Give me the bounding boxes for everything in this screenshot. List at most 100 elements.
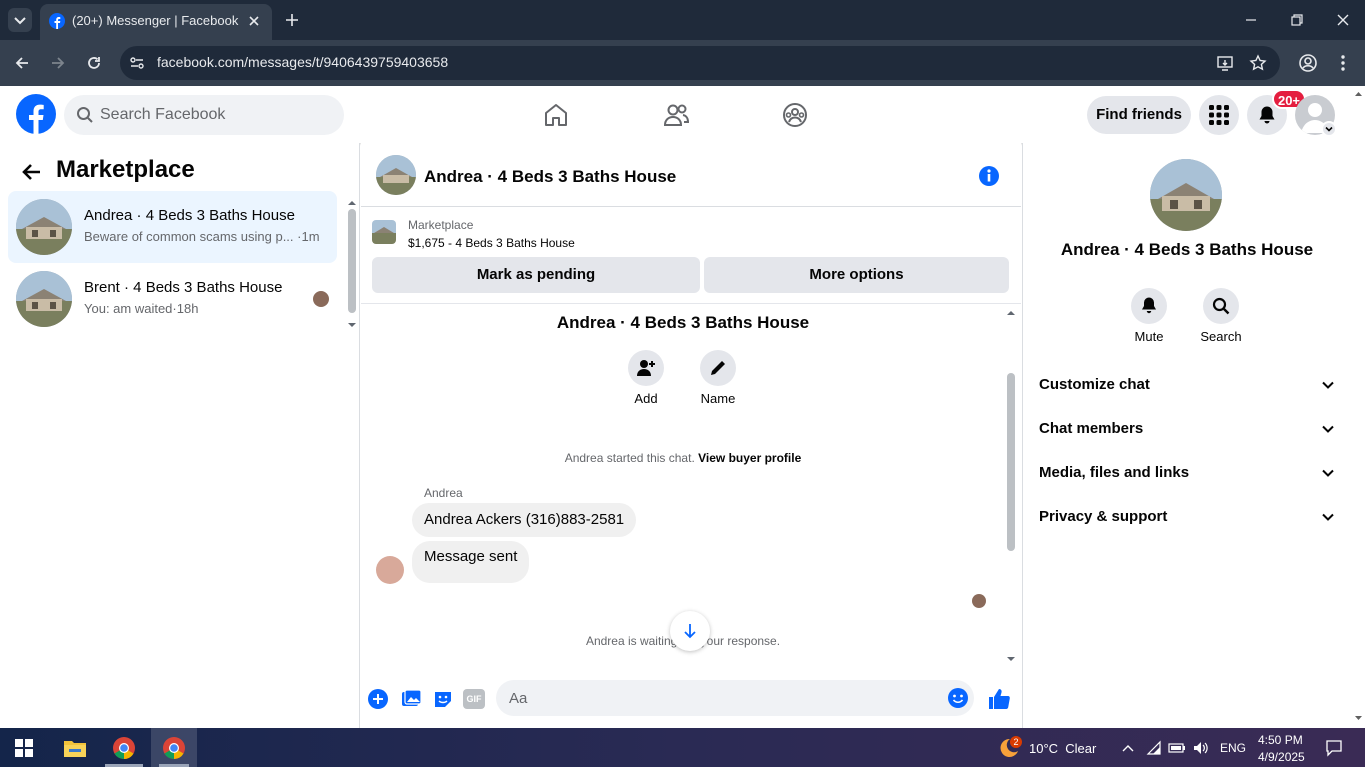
edit-name-button[interactable]	[700, 350, 736, 386]
volume-icon[interactable]	[1192, 740, 1210, 756]
arrow-down-icon	[684, 624, 696, 639]
bookmark-star-icon[interactable]	[1249, 54, 1267, 72]
chrome-taskbar-active[interactable]	[151, 728, 197, 767]
chrome-icon[interactable]	[112, 736, 136, 760]
chat-members-section[interactable]: Chat members	[1039, 407, 1339, 451]
install-app-icon[interactable]	[1216, 54, 1234, 72]
listing-thumbnail[interactable]	[372, 220, 396, 244]
photo-icon[interactable]	[400, 688, 422, 710]
reload-icon[interactable]	[84, 53, 104, 73]
close-tab-icon[interactable]	[246, 13, 262, 29]
details-title: Andrea · 4 Beds 3 Baths House	[1060, 240, 1314, 259]
chat-header: Andrea · 4 Beds 3 Baths House	[361, 143, 1021, 207]
notification-center-icon[interactable]	[1325, 739, 1343, 757]
page-scrollbar[interactable]	[1352, 86, 1365, 728]
profile-icon[interactable]	[1297, 52, 1319, 74]
facebook-logo-icon[interactable]	[16, 94, 56, 134]
chat-avatar[interactable]	[376, 155, 416, 195]
restore-icon[interactable]	[1288, 11, 1306, 29]
scroll-up-icon[interactable]	[347, 199, 357, 207]
privacy-support-section[interactable]: Privacy & support	[1039, 495, 1339, 539]
message-input[interactable]: Aa	[496, 680, 974, 716]
conversation-list-panel: Marketplace Andrea · 4 Beds 3 Baths Hous…	[0, 143, 360, 728]
listing-label: Marketplace	[408, 218, 474, 232]
message-composer: GIF Aa	[361, 673, 1021, 728]
seen-avatar	[972, 594, 986, 608]
browser-menu-icon[interactable]	[1336, 53, 1350, 73]
conversation-name: Brent · 4 Beds 3 Baths House	[84, 279, 283, 296]
language-indicator[interactable]: ENG	[1220, 741, 1246, 755]
seen-avatar	[313, 291, 329, 307]
scroll-to-bottom-button[interactable]	[670, 611, 710, 651]
menu-button[interactable]	[1199, 95, 1239, 135]
battery-icon[interactable]	[1168, 741, 1186, 755]
close-window-icon[interactable]	[1334, 11, 1352, 29]
weather-badge: 2	[1010, 736, 1022, 748]
scroll-down-icon[interactable]	[1006, 655, 1016, 663]
view-buyer-profile-link[interactable]: View buyer profile	[698, 451, 801, 465]
scroll-up-icon[interactable]	[1354, 90, 1363, 98]
sender-name: Andrea	[424, 486, 463, 500]
scroll-down-icon[interactable]	[1354, 714, 1363, 722]
clock-date[interactable]: 4/9/2025	[1258, 750, 1305, 764]
site-info-icon[interactable]	[128, 54, 146, 72]
search-label: Search	[1200, 329, 1242, 344]
more-options-button[interactable]: More options	[704, 257, 1009, 293]
forward-arrow-icon[interactable]	[48, 53, 68, 73]
url-text: facebook.com/messages/t/9406439759403658	[157, 54, 449, 70]
scroll-up-icon[interactable]	[1006, 309, 1016, 317]
wifi-icon[interactable]	[1146, 740, 1162, 756]
emoji-icon[interactable]	[947, 687, 969, 709]
mute-button[interactable]	[1131, 288, 1167, 324]
new-tab-icon[interactable]	[283, 11, 301, 29]
thread-scrollbar[interactable]	[1007, 373, 1015, 551]
listing-thumbnail	[16, 271, 72, 327]
thumbs-up-icon[interactable]	[987, 687, 1011, 711]
add-person-icon	[637, 360, 655, 376]
chat-title[interactable]: Andrea · 4 Beds 3 Baths House	[424, 167, 676, 187]
file-explorer-icon[interactable]	[63, 737, 87, 759]
windows-start-icon[interactable]	[15, 739, 33, 757]
conversation-preview: Beware of common scams using p... ·1m	[84, 229, 320, 244]
browser-tab-active[interactable]: (20+) Messenger | Facebook	[40, 4, 272, 40]
mark-as-pending-button[interactable]: Mark as pending	[372, 257, 700, 293]
search-facebook-input[interactable]: Search Facebook	[64, 95, 344, 135]
conversation-item-brent[interactable]: Brent · 4 Beds 3 Baths House You: am wai…	[8, 263, 337, 335]
find-friends-button[interactable]: Find friends	[1087, 96, 1191, 134]
groups-icon[interactable]	[781, 101, 809, 129]
sidebar-title: Marketplace	[56, 156, 195, 183]
back-arrow-icon[interactable]	[20, 160, 44, 184]
plus-circle-icon[interactable]	[367, 688, 389, 710]
search-in-chat-button[interactable]	[1203, 288, 1239, 324]
details-avatar[interactable]	[1150, 159, 1222, 231]
weather-text[interactable]: 10°C Clear	[1029, 741, 1096, 756]
account-dropdown[interactable]	[1321, 121, 1337, 137]
name-label: Name	[700, 391, 736, 406]
conversation-item-andrea[interactable]: Andrea · 4 Beds 3 Baths House Beware of …	[8, 191, 337, 263]
conversation-time: ·18h	[172, 301, 199, 316]
sender-avatar[interactable]	[376, 556, 404, 584]
mute-label: Mute	[1134, 329, 1164, 344]
scroll-down-icon[interactable]	[347, 321, 357, 329]
media-files-links-section[interactable]: Media, files and links	[1039, 451, 1339, 495]
address-bar[interactable]: facebook.com/messages/t/9406439759403658	[120, 46, 1280, 80]
thread-intro-title: Andrea · 4 Beds 3 Baths House	[556, 313, 810, 332]
tab-title: (20+) Messenger | Facebook	[72, 13, 239, 28]
friends-icon[interactable]	[662, 101, 690, 129]
gif-icon[interactable]: GIF	[463, 689, 485, 709]
clock-time[interactable]: 4:50 PM	[1258, 733, 1303, 747]
info-icon[interactable]	[978, 165, 1000, 187]
add-people-button[interactable]	[628, 350, 664, 386]
minimize-icon[interactable]	[1242, 11, 1260, 29]
sticker-icon[interactable]	[432, 688, 454, 710]
chevron-up-icon[interactable]	[1121, 741, 1135, 755]
sidebar-scrollbar[interactable]	[348, 209, 356, 313]
customize-chat-section[interactable]: Customize chat	[1039, 363, 1339, 407]
listing-description[interactable]: $1,675 - 4 Beds 3 Baths House	[408, 236, 575, 250]
home-icon[interactable]	[542, 101, 570, 129]
message-bubble[interactable]: Andrea Ackers (316)883-2581	[412, 503, 637, 537]
back-arrow-icon[interactable]	[12, 53, 32, 73]
chat-started-notice: Andrea started this chat. View buyer pro…	[564, 451, 802, 465]
tab-search-button[interactable]	[8, 8, 32, 32]
message-bubble[interactable]: Message sent	[412, 541, 530, 583]
